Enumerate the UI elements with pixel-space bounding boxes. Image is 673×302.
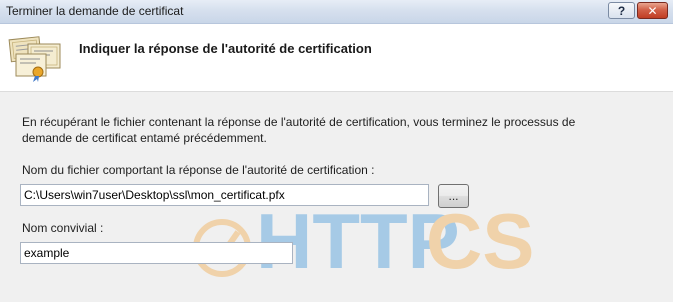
close-button[interactable]: ✕ [637,2,668,19]
watermark-text-http: HTTP [256,197,460,285]
file-name-input[interactable]: C:\Users\win7user\Desktop\ssl\mon_certif… [20,184,429,206]
title-bar: Terminer la demande de certificat ? ✕ [0,0,673,24]
description-text: En récupérant le fichier contenant la ré… [22,115,576,145]
watermark-logo: HTTP CS [193,197,534,285]
file-name-label: Nom du fichier comportant la réponse de … [22,163,375,177]
watermark-text-cs: CS [426,197,534,285]
page-title: Indiquer la réponse de l'autorité de cer… [79,41,372,56]
wizard-header: Indiquer la réponse de l'autorité de cer… [0,24,673,92]
help-button[interactable]: ? [608,2,635,19]
window-title: Terminer la demande de certificat [6,4,184,18]
friendly-name-input[interactable]: example [20,242,293,264]
friendly-name-label: Nom convivial : [22,221,104,235]
certificate-icon [8,36,61,82]
wizard-content: HTTP CS En récupérant le fichier contena… [0,92,673,287]
browse-button[interactable]: ... [438,184,469,208]
